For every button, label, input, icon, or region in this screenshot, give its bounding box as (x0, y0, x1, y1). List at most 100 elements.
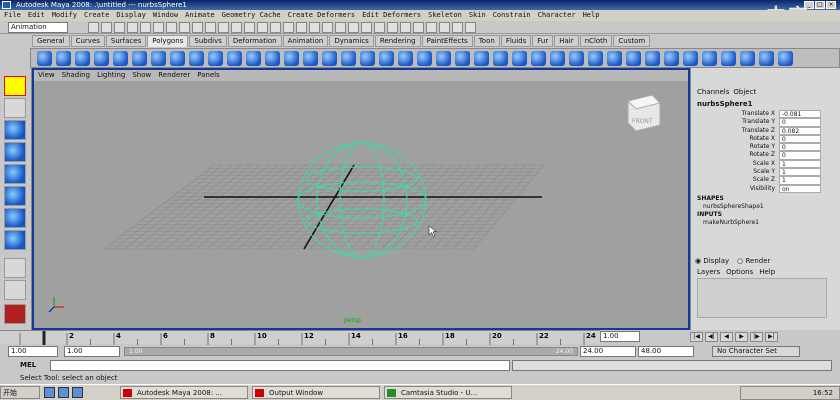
attribute-row[interactable]: Translate X -0.081 (691, 110, 840, 119)
scale-tool-icon[interactable] (4, 186, 26, 206)
shelf-tab-curves[interactable]: Curves (70, 35, 105, 47)
menu-create[interactable]: Create (84, 10, 109, 21)
polygon-shelf-tool-icon[interactable] (645, 51, 660, 66)
status-line-button-icon[interactable] (166, 22, 177, 33)
status-line-button-icon[interactable] (127, 22, 138, 33)
attribute-value-field[interactable]: -0.081 (779, 110, 821, 119)
menu-animate[interactable]: Animate (185, 10, 215, 21)
status-line-button-icon[interactable] (101, 22, 112, 33)
status-line-button-icon[interactable] (257, 22, 268, 33)
attribute-value-field[interactable]: 1 (779, 176, 821, 185)
polygon-shelf-tool-icon[interactable] (322, 51, 337, 66)
polygon-shelf-tool-icon[interactable] (474, 51, 489, 66)
menu-geometry-cache[interactable]: Geometry Cache (222, 10, 281, 21)
help-menu[interactable]: Help (759, 268, 775, 276)
shelf-tab-deformation[interactable]: Deformation (227, 35, 282, 47)
mel-input[interactable] (50, 360, 510, 371)
menu-file[interactable]: File (4, 10, 21, 21)
polygon-shelf-tool-icon[interactable] (265, 51, 280, 66)
status-line-button-icon[interactable] (270, 22, 281, 33)
polygon-shelf-tool-icon[interactable] (341, 51, 356, 66)
polygon-shelf-tool-icon[interactable] (721, 51, 736, 66)
attribute-name[interactable]: Scale X (691, 160, 779, 168)
play-backward-icon[interactable]: ◀ (720, 332, 733, 342)
attribute-value-field[interactable]: 0 (779, 143, 821, 152)
options-menu[interactable]: Options (726, 268, 753, 276)
clock[interactable]: 16:52 (813, 389, 833, 397)
input-node[interactable]: makeNurbSphere1 (697, 219, 764, 227)
polygon-shelf-tool-icon[interactable] (379, 51, 394, 66)
status-line-button-icon[interactable] (192, 22, 203, 33)
attribute-name[interactable]: Translate Y (691, 118, 779, 126)
menu-help[interactable]: Help (583, 10, 600, 21)
mel-label[interactable]: MEL (20, 360, 36, 371)
status-line-button-icon[interactable] (426, 22, 437, 33)
menu-edit-deformers[interactable]: Edit Deformers (362, 10, 421, 21)
task-output-window[interactable]: Output Window (252, 386, 380, 399)
rotate-tool-icon[interactable] (4, 164, 26, 184)
polygon-shelf-tool-icon[interactable] (778, 51, 793, 66)
attribute-name[interactable]: Scale Z (691, 176, 779, 184)
shelf-tab-subdivs[interactable]: Subdivs (189, 35, 227, 47)
current-time-marker[interactable] (42, 331, 46, 345)
status-line-button-icon[interactable] (452, 22, 463, 33)
polygon-shelf-tool-icon[interactable] (455, 51, 470, 66)
paint-select-tool-icon[interactable] (4, 120, 26, 140)
polygon-shelf-tool-icon[interactable] (664, 51, 679, 66)
start-button[interactable]: 开始 (0, 386, 40, 399)
attribute-name[interactable]: Translate Z (691, 127, 779, 135)
menu-set-dropdown[interactable]: Animation (8, 22, 68, 33)
menu-create-deformers[interactable]: Create Deformers (288, 10, 355, 21)
layer-editor-area[interactable] (697, 278, 827, 318)
shelf-tab-general[interactable]: General (32, 35, 70, 47)
polygon-shelf-tool-icon[interactable] (37, 51, 52, 66)
status-line-button-icon[interactable] (205, 22, 216, 33)
panel-menu-lighting[interactable]: Lighting (97, 70, 125, 81)
object-menu[interactable]: Object (733, 88, 756, 96)
polygon-shelf-tool-icon[interactable] (493, 51, 508, 66)
shelf-tab-fur[interactable]: Fur (532, 35, 554, 47)
shelf-tab-surfaces[interactable]: Surfaces (105, 35, 147, 47)
lasso-tool-icon[interactable] (4, 98, 26, 118)
polygon-shelf-tool-icon[interactable] (189, 51, 204, 66)
polygon-shelf-tool-icon[interactable] (569, 51, 584, 66)
task-camtasia[interactable]: Camtasia Studio - U... (384, 386, 512, 399)
status-line-button-icon[interactable] (387, 22, 398, 33)
channels-menu[interactable]: Channels (697, 88, 729, 96)
polygon-shelf-tool-icon[interactable] (550, 51, 565, 66)
select-tool-icon[interactable] (4, 76, 26, 96)
menu-modify[interactable]: Modify (52, 10, 77, 21)
display-radio[interactable]: ◉ Display (695, 257, 729, 265)
status-line-button-icon[interactable] (283, 22, 294, 33)
range-bar[interactable]: 1.00 24.00 (124, 347, 578, 356)
polygon-shelf-tool-icon[interactable] (170, 51, 185, 66)
shelf-tab-polygons[interactable]: Polygons (147, 35, 189, 47)
character-set-dropdown[interactable]: No Character Set (712, 346, 800, 357)
panel-menu-shading[interactable]: Shading (62, 70, 90, 81)
animation-end-field[interactable]: 48.00 (638, 346, 694, 357)
attribute-value-field[interactable]: 1 (779, 168, 821, 177)
explorer-icon[interactable] (72, 387, 83, 398)
polygon-shelf-tool-icon[interactable] (113, 51, 128, 66)
status-line-button-icon[interactable] (465, 22, 476, 33)
manipulator-tool-icon[interactable] (4, 208, 26, 228)
shape-node[interactable]: nurbsSphereShape1 (697, 203, 764, 211)
status-line-button-icon[interactable] (322, 22, 333, 33)
maximize-button[interactable]: □ (815, 1, 825, 9)
status-line-button-icon[interactable] (231, 22, 242, 33)
shelf-tab-ncloth[interactable]: nCloth (579, 35, 613, 47)
attribute-value-field[interactable]: on (779, 184, 821, 193)
attribute-row[interactable]: Scale X1 (691, 159, 840, 169)
status-line-button-icon[interactable] (88, 22, 99, 33)
attribute-value-field[interactable]: 0.082 (779, 126, 821, 135)
status-line-button-icon[interactable] (361, 22, 372, 33)
viewport-scene[interactable]: FRONT (34, 81, 688, 328)
step-forward-icon[interactable]: |▶ (750, 332, 763, 342)
polygon-shelf-tool-icon[interactable] (436, 51, 451, 66)
shelf-tab-custom[interactable]: Custom (613, 35, 651, 47)
polygon-shelf-tool-icon[interactable] (607, 51, 622, 66)
status-line-button-icon[interactable] (218, 22, 229, 33)
polygon-shelf-tool-icon[interactable] (303, 51, 318, 66)
attribute-name[interactable]: Translate X (691, 110, 779, 118)
status-line-button-icon[interactable] (413, 22, 424, 33)
